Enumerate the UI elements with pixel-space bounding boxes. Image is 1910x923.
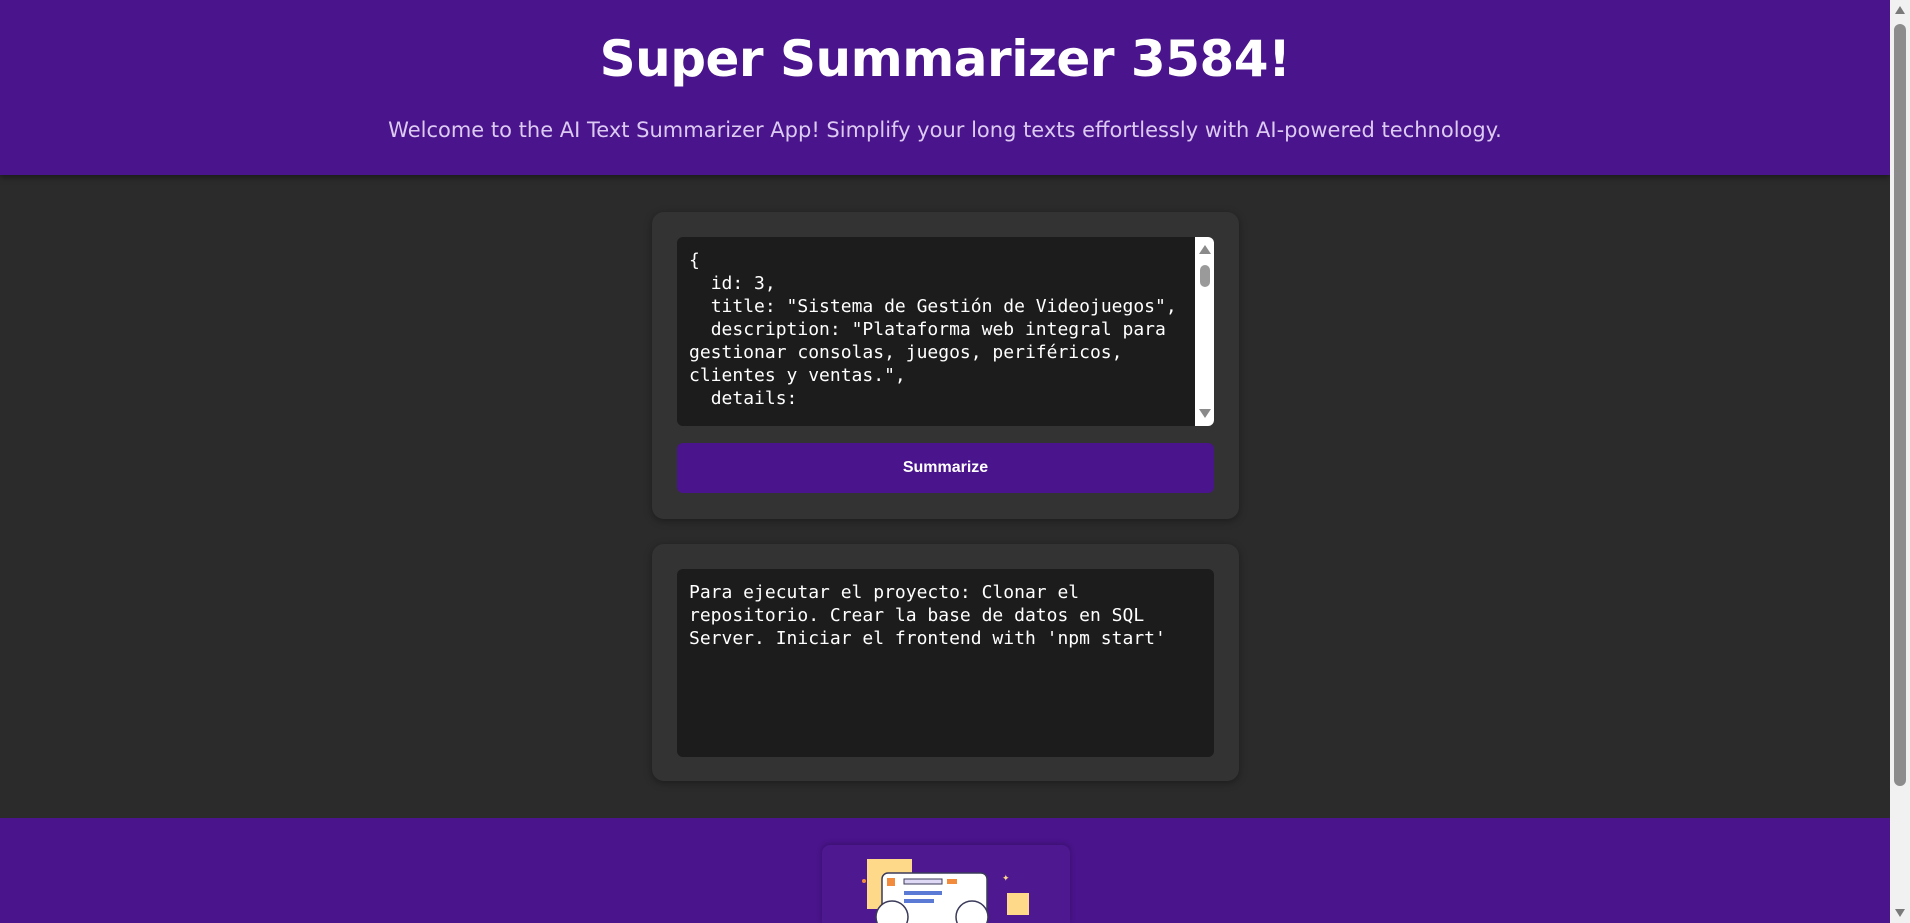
app-title: Super Summarizer 3584! [599, 30, 1291, 88]
page-scroll-thumb[interactable] [1894, 24, 1906, 786]
page: Super Summarizer 3584! Welcome to the AI… [0, 0, 1910, 923]
illustration-line-shape [904, 891, 942, 895]
illustration-line-shape [903, 878, 943, 885]
input-card: { id: 3, title: "Sistema de Gestión de V… [652, 212, 1239, 519]
textarea-scrollbar[interactable] [1195, 237, 1214, 426]
illustration-line-shape [904, 899, 934, 903]
input-text[interactable]: { id: 3, title: "Sistema de Gestión de V… [689, 249, 1179, 420]
illustration-svg: ✦ [862, 859, 1029, 923]
scroll-thumb[interactable] [1200, 265, 1210, 287]
output-card: Para ejecutar el proyecto: Clonar el rep… [652, 544, 1239, 781]
illustration-window-dot [887, 878, 895, 886]
scroll-up-arrow-icon[interactable] [1199, 245, 1211, 254]
summarize-button[interactable]: Summarize [677, 443, 1214, 493]
app-header: Super Summarizer 3584! Welcome to the AI… [0, 0, 1890, 175]
illustration-spark [862, 879, 866, 883]
illustration-star-icon: ✦ [1002, 874, 1010, 884]
summary-output-text: Para ejecutar el proyecto: Clonar el rep… [689, 582, 1166, 649]
input-textarea[interactable]: { id: 3, title: "Sistema de Gestión de V… [677, 237, 1214, 426]
page-scroll-down-icon[interactable] [1895, 909, 1905, 917]
page-scroll-up-icon[interactable] [1895, 6, 1905, 14]
app-subtitle: Welcome to the AI Text Summarizer App! S… [388, 118, 1502, 142]
page-scrollbar[interactable] [1890, 0, 1910, 923]
summary-output-box: Para ejecutar el proyecto: Clonar el rep… [677, 569, 1214, 757]
scroll-down-arrow-icon[interactable] [1199, 409, 1211, 418]
illustration-square-shape [1007, 893, 1029, 915]
coding-illustration-icon: ✦ [822, 845, 1070, 923]
illustration-line-accent [947, 879, 957, 884]
